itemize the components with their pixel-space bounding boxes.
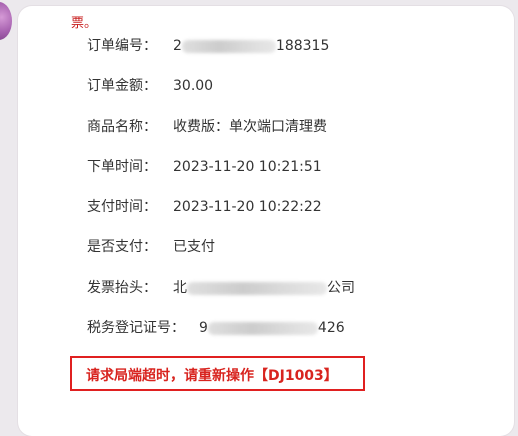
product-name-value: 收费版：单次端口清理费	[173, 119, 327, 135]
paid-status-value: 已支付	[173, 239, 215, 255]
order-number-label: 订单编号：	[87, 38, 157, 54]
order-time-label: 下单时间：	[87, 159, 157, 175]
order-amount-value: 30.00	[173, 78, 214, 94]
top-note-text: 票。	[71, 16, 98, 31]
order-amount-label: 订单金额：	[87, 78, 157, 94]
pay-time-row: 支付时间： 2023-11-20 10:22:22	[87, 197, 322, 217]
tax-id-label: 税务登记证号：	[87, 320, 185, 336]
order-detail-card: 票。 订单编号： 2 188315 订单金额： 30.00 商品名称： 收费版：单…	[18, 6, 514, 436]
order-time-value: 2023-11-20 10:21:51	[173, 159, 322, 175]
invoice-title-row: 发票抬头： 北公司	[87, 278, 355, 298]
error-message-text: 请求局端超时，请重新操作【DJ1003】	[86, 368, 338, 384]
pay-time-label: 支付时间：	[87, 199, 157, 215]
tax-id-value: 9 426	[199, 320, 345, 336]
avatar	[0, 2, 12, 40]
order-number-row: 订单编号： 2 188315	[87, 36, 329, 56]
product-name-row: 商品名称： 收费版：单次端口清理费	[87, 117, 327, 137]
pay-time-value: 2023-11-20 10:22:22	[173, 199, 322, 215]
product-name-label: 商品名称：	[87, 119, 157, 135]
paid-status-label: 是否支付：	[87, 239, 157, 255]
error-message-box: 请求局端超时，请重新操作【DJ1003】	[70, 356, 365, 391]
order-number-value: 2 188315	[173, 38, 330, 54]
order-time-row: 下单时间： 2023-11-20 10:21:51	[87, 157, 322, 177]
paid-status-row: 是否支付： 已支付	[87, 237, 215, 257]
order-amount-row: 订单金额： 30.00	[87, 76, 213, 96]
tax-id-row: 税务登记证号： 9 426	[87, 318, 345, 338]
invoice-title-label: 发票抬头：	[87, 280, 157, 296]
invoice-title-value: 北公司	[173, 280, 355, 296]
